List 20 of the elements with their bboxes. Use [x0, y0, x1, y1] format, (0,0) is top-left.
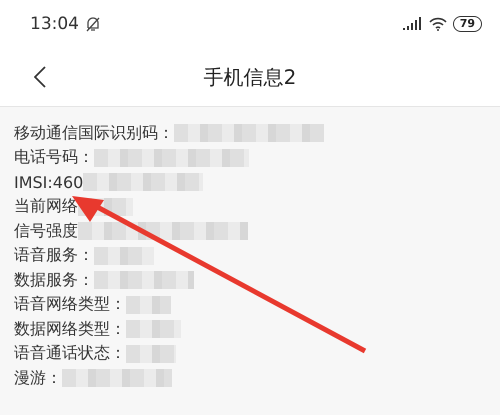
status-time: 13:04	[30, 14, 79, 34]
info-label: 漫游：	[14, 368, 62, 389]
info-label: 语音服务：	[14, 245, 94, 266]
signal-icon	[402, 17, 423, 31]
battery-level: 79	[452, 16, 482, 32]
info-label: 信号强度	[14, 220, 78, 242]
chevron-left-icon	[34, 66, 46, 88]
wifi-icon	[428, 17, 447, 31]
info-label: 当前网络	[14, 196, 78, 218]
info-label: IMSI:	[14, 172, 53, 192]
info-label: 电话号码：	[14, 147, 94, 168]
page-title: 手机信息2	[204, 64, 296, 90]
info-label: 语音网络类型：	[14, 294, 126, 316]
info-label: 移动通信国际识别码：	[14, 122, 174, 144]
info-label: 数据服务：	[14, 270, 94, 291]
back-button[interactable]	[32, 64, 48, 90]
info-value: 460	[52, 172, 84, 192]
info-label: 语音通话状态：	[14, 343, 126, 364]
info-label: 数据网络类型：	[14, 318, 126, 340]
bell-off-icon	[85, 16, 101, 32]
